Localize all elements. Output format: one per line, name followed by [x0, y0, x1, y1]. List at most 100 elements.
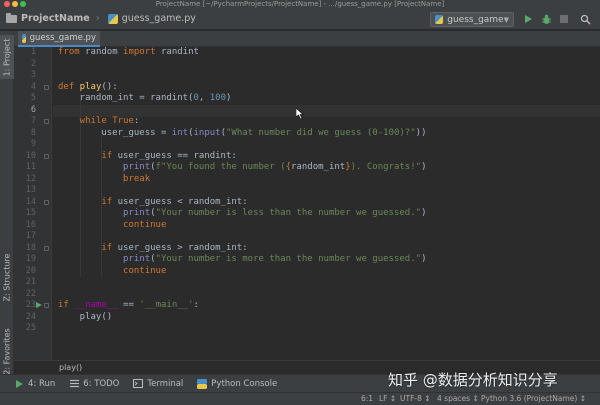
close-window-button[interactable] [4, 1, 10, 7]
line-number: 8 [30, 127, 36, 138]
tool-window-python-console[interactable]: Python Console [197, 378, 277, 389]
code-token: break [58, 173, 151, 184]
code-line-23: if __name__ == '__main__': [58, 300, 199, 312]
zoom-window-button[interactable] [20, 1, 26, 7]
chevron-down-icon: ▼ [503, 15, 509, 24]
code-token: )) [415, 127, 427, 138]
line-number: 25 [25, 323, 36, 333]
code-token: random_int = randint( [58, 93, 194, 103]
python-file-icon [22, 33, 26, 43]
code-line-16: continue [58, 220, 166, 232]
project-tool-tab[interactable]: 1: Project [0, 35, 14, 79]
code-token: ) [421, 162, 427, 172]
encoding-selector[interactable]: UTF-8 ↕ [400, 393, 431, 405]
code-token: __name__ [68, 300, 118, 310]
breadcrumb-label: play() [59, 363, 83, 372]
tool-window-todo[interactable]: 6: TODO [69, 379, 119, 389]
fold-marker-icon[interactable] [44, 303, 49, 308]
nav-crumb-project[interactable]: ProjectName › [0, 8, 104, 30]
folder-icon [6, 12, 17, 23]
fold-marker-icon[interactable] [44, 84, 49, 90]
line-number-gutter[interactable]: 1 2 3 4 5 6 7 8 9 10 11 12 13 14 15 16 17 18 19 20 21 22 23 24 2… [14, 47, 52, 360]
structure-tool-tab[interactable]: Z: Structure [0, 247, 14, 307]
interpreter-selector[interactable]: Python 3.6 (ProjectName) ↕ [481, 393, 586, 405]
code-token: == [117, 300, 140, 310]
tool-window-terminal[interactable]: Terminal [133, 379, 183, 389]
code-line-15: print("Your number is less than the numb… [58, 208, 426, 220]
code-line-10: if user_guess == randint: [58, 151, 236, 163]
nav-crumb-file[interactable]: guess_game.py [104, 8, 200, 30]
python-file-icon [435, 15, 444, 24]
code-token: play [74, 81, 102, 92]
run-button[interactable] [521, 12, 535, 26]
code-token: while [58, 116, 107, 126]
minimize-window-button[interactable] [12, 1, 18, 7]
line-number: 19 [25, 254, 36, 264]
search-everywhere-button[interactable] [578, 12, 592, 26]
structure-tool-label: Z: Structure [2, 253, 12, 301]
indent-selector[interactable]: 4 spaces ↕ [437, 393, 479, 405]
line-number: 20 [25, 265, 36, 276]
fold-marker-icon[interactable] [44, 245, 49, 251]
code-token: if [58, 242, 113, 253]
caret-row-highlight [53, 105, 600, 117]
code-token: def [58, 81, 75, 92]
code-token: : [193, 300, 199, 310]
code-editor[interactable]: 1 2 3 4 5 6 7 8 9 10 11 12 13 14 15 16 17 18 19 20 21 22 23 24 2… [14, 47, 600, 360]
line-number: 7 [30, 116, 36, 126]
code-token: int [171, 127, 189, 138]
editor-tab-guess-game[interactable]: guess_game.py [18, 31, 100, 47]
code-token: ) [226, 93, 232, 103]
watermark: 知乎 @数据分析知识分享 [388, 371, 558, 389]
code-token: True [106, 116, 134, 126]
code-token: ) [421, 208, 427, 218]
code-token: f"You found the number ( [155, 162, 286, 172]
code-token: ). Congrats!" [350, 162, 422, 172]
code-line-12: break [58, 174, 150, 186]
fold-marker-icon[interactable] [44, 199, 49, 205]
python-file-icon [107, 13, 118, 24]
code-line-19: print("Your number is more than the numb… [58, 254, 426, 266]
favorites-tool-tab[interactable]: 2: Favorites [0, 321, 14, 381]
fold-marker-icon[interactable] [44, 119, 49, 124]
nav-file-label: guess_game.py [121, 13, 196, 24]
run-gutter-icon[interactable] [36, 302, 42, 309]
code-line-20: continue [58, 266, 166, 278]
stop-button[interactable] [557, 12, 571, 26]
code-token: print [58, 208, 151, 218]
code-token: user_guess > random_int: [112, 242, 248, 253]
terminal-icon [133, 379, 144, 389]
line-number: 12 [25, 173, 36, 184]
tool-window-label: 6: TODO [83, 378, 120, 389]
python-console-icon [197, 378, 208, 389]
code-line-7: while True: [58, 116, 140, 128]
line-number: 3 [30, 70, 36, 80]
line-number: 9 [30, 139, 36, 149]
code-token: "What number did we guess (0-100)?" [226, 127, 416, 138]
line-separator-selector[interactable]: LF ↕ [379, 393, 396, 405]
debug-button[interactable] [539, 12, 553, 26]
code-token: ) [421, 254, 427, 264]
code-line-18: if user_guess > random_int: [58, 242, 248, 255]
code-token: print [58, 162, 151, 172]
line-number: 16 [25, 219, 36, 230]
code-token: play() [58, 311, 113, 322]
run-configuration-dropdown[interactable]: guess_game ▼ [430, 12, 514, 27]
run-config-label: guess_game [447, 14, 504, 25]
editor-tab-bar: guess_game.py [14, 31, 600, 47]
fold-marker-icon[interactable] [44, 153, 49, 159]
caret-position[interactable]: 6:1 [361, 393, 373, 405]
code-token: print [58, 254, 151, 264]
stop-icon [560, 15, 568, 23]
code-token: continue [58, 265, 167, 276]
line-number: 23 [25, 300, 36, 310]
line-number: 5 [30, 93, 36, 103]
line-number: 2 [30, 58, 36, 69]
code-token: input [193, 127, 221, 138]
code-token: continue [58, 219, 167, 230]
code-line-8: user_guess = int(input("What number did … [58, 127, 427, 140]
code-token: '__main__' [139, 300, 194, 310]
line-number: 21 [25, 277, 36, 287]
debug-bug-icon [541, 14, 551, 24]
tool-window-run[interactable]: 4: Run [14, 379, 55, 389]
